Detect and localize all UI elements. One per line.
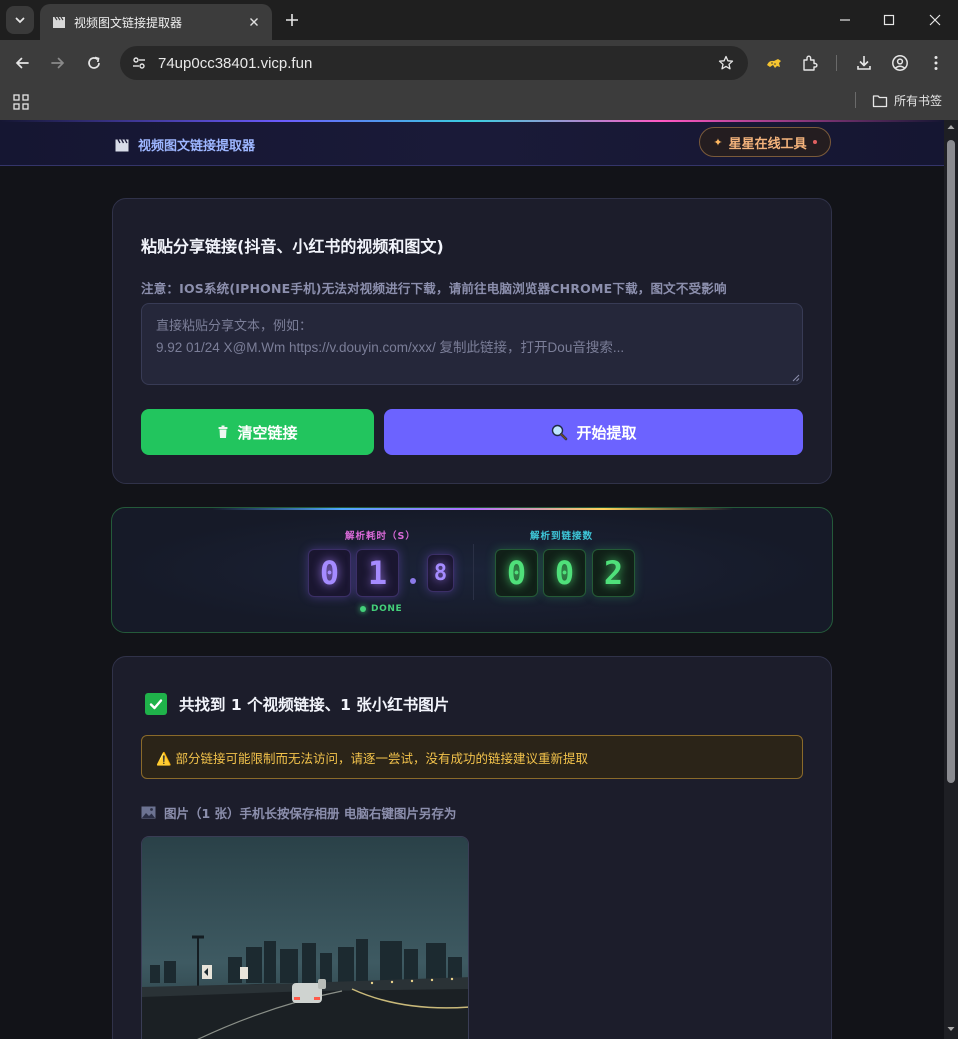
placeholder-line-1: 直接粘贴分享文本，例如： — [156, 319, 313, 334]
trash-icon — [218, 425, 228, 438]
folder-icon — [872, 94, 888, 107]
status-led — [360, 606, 366, 612]
extension-cheetah-button[interactable] — [762, 51, 786, 75]
star-icon — [718, 55, 734, 70]
stats-divider — [473, 544, 474, 600]
badge-label: 星星在线工具 — [728, 136, 807, 152]
count-digit: 0 — [495, 549, 538, 597]
share-link-textarea[interactable]: 直接粘贴分享文本，例如： 9.92 01/24 X@M.Wm https://v… — [141, 303, 803, 385]
cheetah-extension-icon — [767, 59, 781, 68]
close-icon — [250, 18, 258, 26]
clapperboard-icon — [53, 16, 65, 28]
clapperboard-icon — [115, 138, 129, 151]
all-bookmarks-label: 所有书签 — [894, 94, 943, 108]
maximize-icon — [883, 14, 895, 26]
maximize-button[interactable] — [877, 8, 901, 32]
minimize-icon — [840, 19, 850, 21]
header-glow-line — [0, 120, 944, 122]
site-info-button[interactable] — [126, 50, 152, 76]
download-icon — [857, 56, 871, 70]
images-section-text: 图片（1 张）手机长按保存相册 电脑右键图片另存为 — [164, 806, 457, 821]
reload-button[interactable] — [82, 51, 106, 75]
scroll-down-arrow-icon[interactable] — [946, 1024, 956, 1034]
close-window-button[interactable] — [923, 8, 947, 32]
result-summary-text: 共找到 1 个视频链接、1 张小红书图片 — [179, 696, 450, 714]
chevron-down-icon — [15, 17, 25, 24]
link-input-card: 粘贴分享链接(抖音、小红书的视频和图文) 注意：IOS系统(IPHONE手机)无… — [112, 198, 832, 484]
images-section-label: 图片（1 张）手机长按保存相册 电脑右键图片另存为 — [141, 803, 456, 822]
puzzle-icon — [803, 55, 818, 71]
more-vertical-icon — [934, 56, 938, 70]
account-icon — [892, 55, 908, 71]
tab-title: 视频图文链接提取器 — [74, 15, 183, 30]
scrollbar-thumb[interactable] — [947, 140, 955, 783]
resize-grip-icon[interactable] — [792, 374, 800, 382]
tab-strip: 视频图文链接提取器 — [0, 0, 958, 40]
url-text[interactable]: 74up0cc38401.vicp.fun — [158, 55, 714, 72]
clear-links-label: 清空链接 — [237, 423, 298, 442]
tab-close-button[interactable] — [246, 14, 262, 30]
magnifier-icon — [552, 424, 568, 441]
scroll-up-arrow-icon[interactable] — [946, 122, 956, 132]
site-header: 视频图文链接提取器 ✦ 星星在线工具 — [0, 120, 944, 166]
extensions-button[interactable] — [798, 51, 822, 75]
count-digit: 2 — [592, 549, 635, 597]
browser-tab[interactable]: 视频图文链接提取器 — [40, 4, 272, 40]
link-count-label: 解析到链接数 — [530, 531, 594, 542]
back-button[interactable] — [10, 51, 34, 75]
toolbar-separator — [836, 55, 837, 71]
check-mark-icon — [145, 693, 167, 715]
start-extract-label: 开始提取 — [576, 423, 637, 442]
result-card: 共找到 1 个视频链接、1 张小红书图片 ⚠️ 部分链接可能限制而无法访问，请逐… — [112, 656, 832, 1039]
count-digit: 0 — [543, 549, 586, 597]
site-title: 视频图文链接提取器 — [138, 139, 256, 154]
result-image-thumbnail[interactable] — [141, 836, 469, 1039]
picture-icon — [141, 806, 156, 819]
close-icon — [929, 14, 941, 26]
badge-dot — [812, 140, 817, 144]
browser-menu-button[interactable] — [924, 51, 948, 75]
decimal-point — [410, 578, 416, 584]
browser-toolbar: 74up0cc38401.vicp.fun — [0, 40, 958, 86]
bookmark-star-button[interactable] — [714, 51, 738, 75]
downloads-button[interactable] — [852, 51, 876, 75]
start-extract-button[interactable]: 开始提取 — [384, 409, 803, 455]
input-card-title: 粘贴分享链接(抖音、小红书的视频和图文) — [141, 237, 444, 256]
done-status: DONE — [360, 604, 402, 614]
ios-notice: 注意：IOS系统(IPHONE手机)无法对视频进行下载，请前往电脑浏览器CHRO… — [141, 281, 727, 296]
page-content: 视频图文链接提取器 ✦ 星星在线工具 粘贴分享链接(抖音、小红书的视频和图文) … — [0, 120, 944, 1039]
clear-links-button[interactable]: 清空链接 — [141, 409, 374, 455]
minimize-button[interactable] — [833, 8, 857, 32]
time-digit: 0 — [308, 549, 351, 597]
new-tab-button[interactable] — [282, 10, 302, 30]
arrow-right-icon — [51, 57, 65, 69]
site-brand[interactable]: 视频图文链接提取器 — [114, 135, 255, 154]
warning-banner: ⚠️ 部分链接可能限制而无法访问，请逐一尝试，没有成功的链接建议重新提取 — [141, 735, 803, 779]
profile-button[interactable] — [888, 51, 912, 75]
plus-icon — [286, 14, 298, 26]
parse-time-label: 解析耗时（S） — [345, 531, 416, 542]
address-bar[interactable]: 74up0cc38401.vicp.fun — [120, 46, 748, 80]
done-status-label: DONE — [371, 604, 403, 614]
tune-icon — [133, 57, 145, 69]
city-night-photo — [142, 837, 468, 1039]
star-tools-badge[interactable]: ✦ 星星在线工具 — [699, 127, 831, 157]
timer-glow-line — [212, 508, 734, 510]
forward-button[interactable] — [46, 51, 70, 75]
reload-icon — [88, 56, 100, 69]
placeholder-line-2: 9.92 01/24 X@M.Wm https://v.douyin.com/x… — [156, 340, 625, 355]
time-digit-decimal: 8 — [427, 554, 454, 592]
time-digit: 1 — [356, 549, 399, 597]
sparkle-icon: ✦ — [713, 135, 723, 149]
result-summary: 共找到 1 个视频链接、1 张小红书图片 — [145, 693, 449, 715]
tab-search-button[interactable] — [6, 6, 34, 34]
bookmarks-separator — [855, 92, 856, 108]
bookmarks-bar — [0, 86, 958, 120]
apps-grid-icon[interactable] — [12, 93, 30, 111]
parse-stats-panel: 解析耗时（S） 解析到链接数 0 1 8 0 0 2 DONE — [111, 507, 833, 633]
arrow-left-icon — [15, 57, 29, 69]
all-bookmarks-button[interactable]: 所有书签 — [872, 92, 942, 109]
